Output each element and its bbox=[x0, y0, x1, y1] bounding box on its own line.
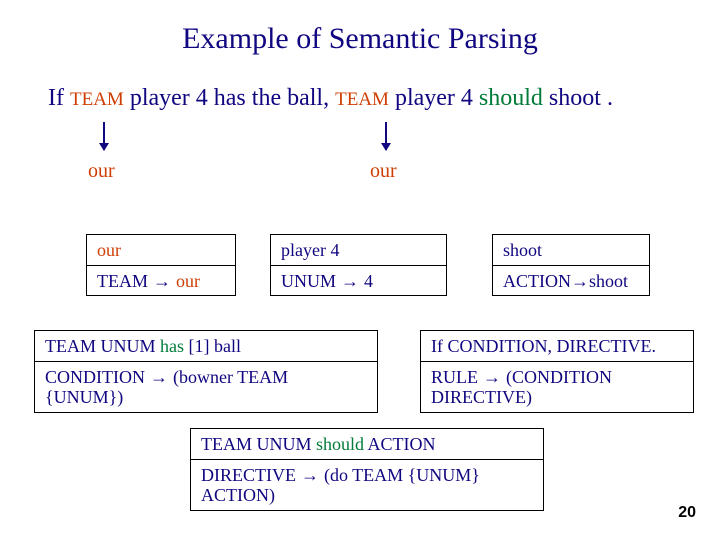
arrow-down-icon bbox=[103, 122, 105, 150]
box-f-top-pre: TEAM UNUM bbox=[201, 434, 316, 454]
rule-box-directive: TEAM UNUM should ACTION DIRECTIVE → (do … bbox=[190, 428, 544, 511]
box-e-lhs: RULE bbox=[431, 367, 478, 387]
word-player-1: player bbox=[130, 85, 190, 111]
word-period: . bbox=[607, 85, 613, 111]
word-if: If bbox=[48, 85, 64, 111]
slide-title: Example of Semantic Parsing bbox=[0, 22, 720, 56]
label-our-2: our bbox=[370, 160, 397, 183]
arrow-right-icon: → bbox=[145, 367, 173, 387]
box-c-top: shoot bbox=[503, 240, 542, 260]
box-c-lhs: ACTION bbox=[503, 271, 571, 291]
example-sentence: If TEAM player 4 has the ball, TEAM play… bbox=[48, 85, 613, 112]
arrow-right-icon: → bbox=[478, 367, 506, 387]
box-d-top-pre: TEAM UNUM bbox=[45, 336, 160, 356]
page-number: 20 bbox=[678, 504, 696, 522]
word-player-2: player bbox=[395, 85, 455, 111]
arrow-right-icon: → bbox=[336, 271, 364, 291]
box-a-rhs: our bbox=[176, 271, 200, 291]
rule-box-rule: If CONDITION, DIRECTIVE. RULE → (CONDITI… bbox=[420, 330, 694, 413]
word-should: should bbox=[479, 85, 543, 111]
box-e-top: If CONDITION, DIRECTIVE. bbox=[431, 336, 656, 356]
arrow-right-icon: → bbox=[148, 271, 176, 291]
box-a-top: our bbox=[97, 240, 121, 260]
word-has: has bbox=[214, 85, 246, 111]
word-shoot: shoot bbox=[549, 85, 601, 111]
arrow-right-icon: → bbox=[296, 465, 324, 485]
rule-box-team: our TEAM → our bbox=[86, 234, 236, 296]
box-b-lhs: UNUM bbox=[281, 271, 336, 291]
box-c-rhs: shoot bbox=[589, 271, 628, 291]
box-f-lhs: DIRECTIVE bbox=[201, 465, 296, 485]
rule-box-action: shoot ACTION→shoot bbox=[492, 234, 650, 296]
box-b-rhs: 4 bbox=[364, 271, 373, 291]
word-4-1: 4 bbox=[196, 85, 208, 111]
word-the: the bbox=[252, 85, 281, 111]
word-ball: ball, bbox=[287, 85, 329, 111]
rule-box-condition: TEAM UNUM has [1] ball CONDITION → (bown… bbox=[34, 330, 378, 413]
box-f-top-should: should bbox=[316, 434, 364, 454]
box-d-top-has: has bbox=[160, 336, 184, 356]
arrow-down-icon bbox=[385, 122, 387, 150]
rule-box-unum: player 4 UNUM → 4 bbox=[270, 234, 447, 296]
box-d-top-post: [1] ball bbox=[184, 336, 241, 356]
slide: Example of Semantic Parsing If TEAM play… bbox=[0, 0, 720, 540]
tag-team-1: TEAM bbox=[70, 89, 124, 110]
word-4-2: 4 bbox=[461, 85, 473, 111]
box-a-lhs: TEAM bbox=[97, 271, 148, 291]
box-f-top-post: ACTION bbox=[364, 434, 436, 454]
tag-team-2: TEAM bbox=[335, 89, 389, 110]
label-our-1: our bbox=[88, 160, 115, 183]
box-d-lhs: CONDITION bbox=[45, 367, 145, 387]
box-b-top: player 4 bbox=[281, 240, 339, 260]
arrow-right-icon: → bbox=[571, 271, 589, 291]
